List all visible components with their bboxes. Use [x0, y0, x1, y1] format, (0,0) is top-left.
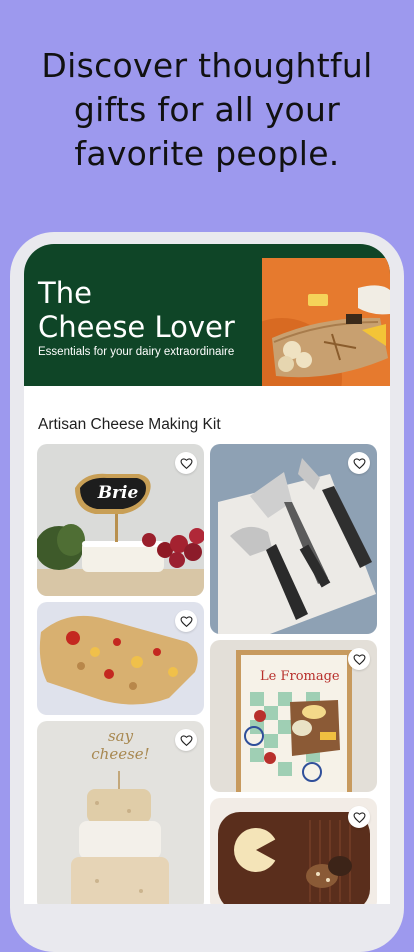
section-title: Artisan Cheese Making Kit	[38, 416, 221, 433]
hero-subtitle: Essentials for your dairy extraordinaire	[38, 346, 235, 358]
listing-brie-sign[interactable]: Brie	[37, 444, 204, 596]
listing-cheese-knives[interactable]	[210, 444, 377, 634]
heart-icon	[180, 457, 192, 469]
favorite-button[interactable]	[175, 729, 197, 751]
hero-title-line-2: Cheese Lover	[38, 310, 235, 344]
heart-icon	[353, 653, 365, 665]
heart-icon	[180, 734, 192, 746]
heart-icon	[353, 811, 365, 823]
listing-le-fromage-poster[interactable]: Le Fromage	[210, 640, 377, 792]
promo-headline: Discover thoughtful gifts for all your f…	[0, 44, 414, 176]
hero-cheese-board-image	[262, 258, 390, 386]
headline-line-1: Discover thoughtful	[41, 46, 373, 85]
favorite-button[interactable]	[175, 452, 197, 474]
headline-line-3: favorite people.	[74, 134, 340, 173]
cheese-knives-image	[210, 444, 377, 634]
hero-title-line-1: The	[38, 276, 92, 310]
heart-icon	[180, 615, 192, 627]
phone-screen: The Cheese Lover Essentials for your dai…	[24, 244, 390, 904]
hero-banner[interactable]: The Cheese Lover Essentials for your dai…	[24, 244, 390, 386]
headline-line-2: gifts for all your	[73, 90, 341, 129]
favorite-button[interactable]	[348, 806, 370, 828]
listing-serving-board[interactable]	[210, 798, 377, 904]
heart-icon	[353, 457, 365, 469]
hero-title: The Cheese Lover	[38, 276, 235, 344]
favorite-button[interactable]	[348, 452, 370, 474]
listing-say-cheese-cake[interactable]: say cheese!	[37, 721, 204, 904]
listing-cheese-board[interactable]	[37, 602, 204, 715]
brie-sign-text: Brie	[97, 483, 139, 503]
poster-title-text: Le Fromage	[260, 669, 340, 684]
favorite-button[interactable]	[175, 610, 197, 632]
favorite-button[interactable]	[348, 648, 370, 670]
